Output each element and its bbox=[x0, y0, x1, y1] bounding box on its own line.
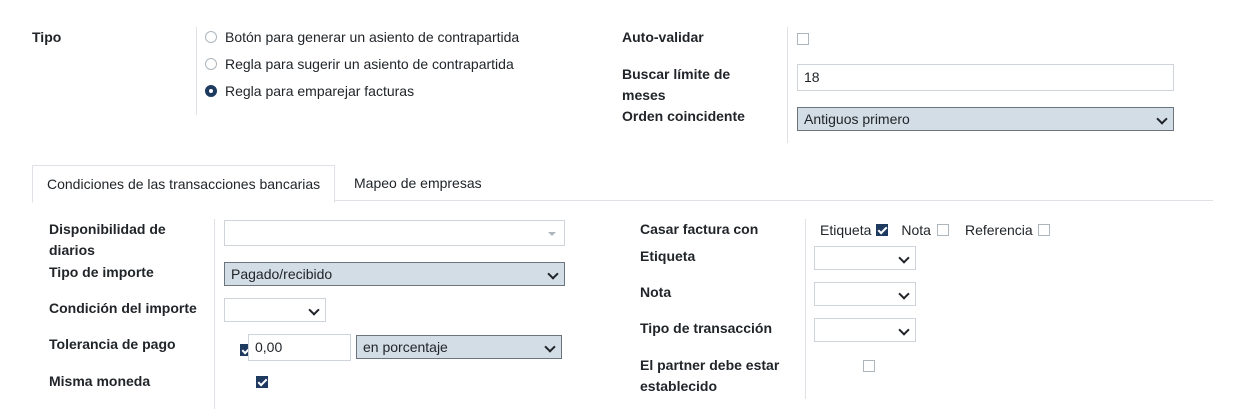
casar-etiqueta-checkbox[interactable] bbox=[876, 223, 889, 236]
divider bbox=[214, 219, 215, 409]
chevron-down-icon bbox=[308, 304, 320, 316]
condicion-importe-label: Condición del importe bbox=[49, 300, 197, 316]
chevron-down-icon bbox=[1156, 113, 1168, 125]
casar-etiqueta-label: Etiqueta bbox=[820, 221, 872, 238]
casar-label: Casar factura con bbox=[640, 221, 759, 237]
misma-moneda-label: Misma moneda bbox=[49, 373, 151, 389]
tolerancia-amount-input[interactable]: 0,00 bbox=[248, 334, 351, 361]
tipo-transaccion-label: Tipo de transacción bbox=[640, 320, 772, 336]
radio-button[interactable] bbox=[205, 58, 217, 70]
chevron-down-icon bbox=[544, 341, 556, 353]
tab-condiciones[interactable]: Condiciones de las transacciones bancari… bbox=[32, 165, 336, 203]
radio-option-boton[interactable]: Botón para generar un asiento de contrap… bbox=[205, 27, 519, 47]
buscar-limite-input[interactable]: 18 bbox=[797, 64, 1174, 91]
chevron-down-icon bbox=[547, 268, 559, 280]
orden-select[interactable]: Antiguos primero bbox=[797, 107, 1174, 131]
casar-options: Etiqueta Nota Referencia bbox=[820, 219, 1050, 240]
buscar-limite-label: Buscar límite de meses bbox=[622, 66, 731, 103]
radio-option-sugerir[interactable]: Regla para sugerir un asiento de contrap… bbox=[205, 54, 514, 74]
auto-validar-checkbox[interactable] bbox=[797, 33, 809, 45]
disponibilidad-label: Disponibilidad de diarios bbox=[49, 221, 166, 258]
tipo-importe-select[interactable]: Pagado/recibido bbox=[224, 262, 565, 286]
tolerancia-label: Tolerancia de pago bbox=[49, 336, 176, 352]
partner-label: El partner debe estar establecido bbox=[640, 357, 780, 394]
tolerancia-unit-select[interactable]: en porcentaje bbox=[356, 335, 562, 359]
tipo-importe-label: Tipo de importe bbox=[49, 264, 154, 280]
nota-select[interactable] bbox=[814, 282, 916, 306]
casar-nota-label: Nota bbox=[901, 221, 931, 238]
chevron-down-icon bbox=[898, 324, 910, 336]
radio-button[interactable] bbox=[205, 85, 217, 97]
auto-validar-label: Auto-validar bbox=[622, 29, 704, 45]
radio-label: Regla para emparejar facturas bbox=[225, 83, 415, 99]
condicion-importe-select[interactable] bbox=[224, 298, 326, 322]
tolerancia-unit-value: en porcentaje bbox=[363, 339, 448, 355]
nota-label: Nota bbox=[640, 284, 672, 300]
tipo-transaccion-select[interactable] bbox=[814, 318, 916, 342]
tab-mapeo[interactable]: Mapeo de empresas bbox=[340, 165, 496, 201]
radio-option-emparejar[interactable]: Regla para emparejar facturas bbox=[205, 81, 414, 101]
casar-referencia-checkbox[interactable] bbox=[1037, 223, 1050, 236]
orden-value: Antiguos primero bbox=[804, 111, 910, 127]
chevron-down-icon bbox=[898, 252, 910, 264]
divider bbox=[787, 27, 788, 143]
radio-label: Botón para generar un asiento de contrap… bbox=[225, 29, 520, 45]
etiqueta-label: Etiqueta bbox=[640, 248, 696, 264]
casar-referencia-label: Referencia bbox=[964, 221, 1033, 238]
etiqueta-select[interactable] bbox=[814, 246, 916, 270]
casar-nota-checkbox[interactable] bbox=[936, 223, 949, 236]
partner-checkbox[interactable] bbox=[862, 360, 875, 372]
disponibilidad-input[interactable] bbox=[224, 220, 565, 246]
divider bbox=[196, 27, 197, 115]
orden-label: Orden coincidente bbox=[622, 108, 745, 124]
tipo-importe-value: Pagado/recibido bbox=[231, 266, 333, 282]
misma-moneda-checkbox[interactable] bbox=[255, 376, 268, 388]
chevron-down-icon bbox=[898, 288, 910, 300]
tipo-label: Tipo bbox=[32, 29, 62, 45]
radio-button[interactable] bbox=[205, 31, 217, 43]
divider bbox=[805, 219, 806, 399]
radio-label: Regla para sugerir un asiento de contrap… bbox=[225, 56, 514, 72]
dropdown-arrow-icon bbox=[548, 232, 556, 236]
